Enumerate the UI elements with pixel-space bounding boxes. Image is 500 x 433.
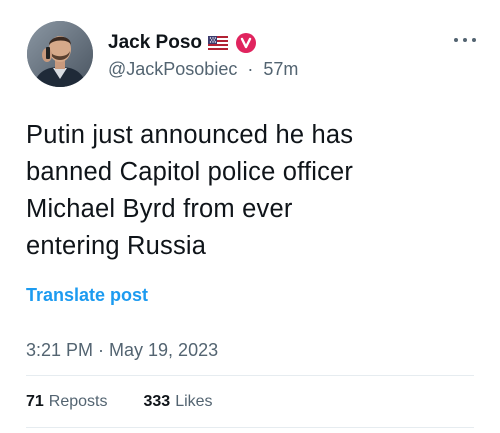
- reposts-count: 71: [26, 393, 44, 410]
- likes-count: 333: [143, 393, 171, 410]
- verified-badge-icon: [236, 33, 256, 53]
- likes-stat[interactable]: 333 Likes: [144, 393, 213, 411]
- time-ago: 57m: [263, 59, 299, 79]
- divider: [26, 427, 474, 428]
- tweet-card: Jack Poso @JackPosobiec · 57m Putin just…: [0, 0, 500, 433]
- author-name-row: Jack Poso: [108, 30, 256, 56]
- tweet-text-line: entering Russia: [26, 232, 207, 260]
- avatar[interactable]: [27, 21, 93, 87]
- tweet-text-line: banned Capitol police officer: [26, 158, 354, 186]
- divider: [26, 375, 474, 376]
- post-timestamp[interactable]: 3:21 PM · May 19, 2023: [26, 340, 218, 361]
- likes-label: Likes: [175, 393, 213, 410]
- engagement-stats: 71 Reposts 333 Likes: [26, 393, 213, 411]
- more-options-icon[interactable]: [452, 33, 478, 47]
- author-handle[interactable]: @JackPosobiec: [108, 59, 237, 79]
- handle-separator: ·: [247, 59, 254, 79]
- reposts-label: Reposts: [48, 393, 108, 410]
- author-handle-row: @JackPosobiec · 57m: [108, 59, 298, 80]
- avatar-photo: [27, 21, 93, 87]
- tweet-text-line: Michael Byrd from ever: [26, 195, 293, 223]
- author-display-name[interactable]: Jack Poso: [108, 32, 202, 54]
- translate-post-link[interactable]: Translate post: [26, 285, 148, 306]
- tweet-text-line: Putin just announced he has: [26, 121, 354, 149]
- us-flag-icon: [208, 36, 228, 50]
- tweet-text: Putin just announced he has banned Capit…: [26, 117, 476, 265]
- reposts-stat[interactable]: 71 Reposts: [26, 393, 108, 411]
